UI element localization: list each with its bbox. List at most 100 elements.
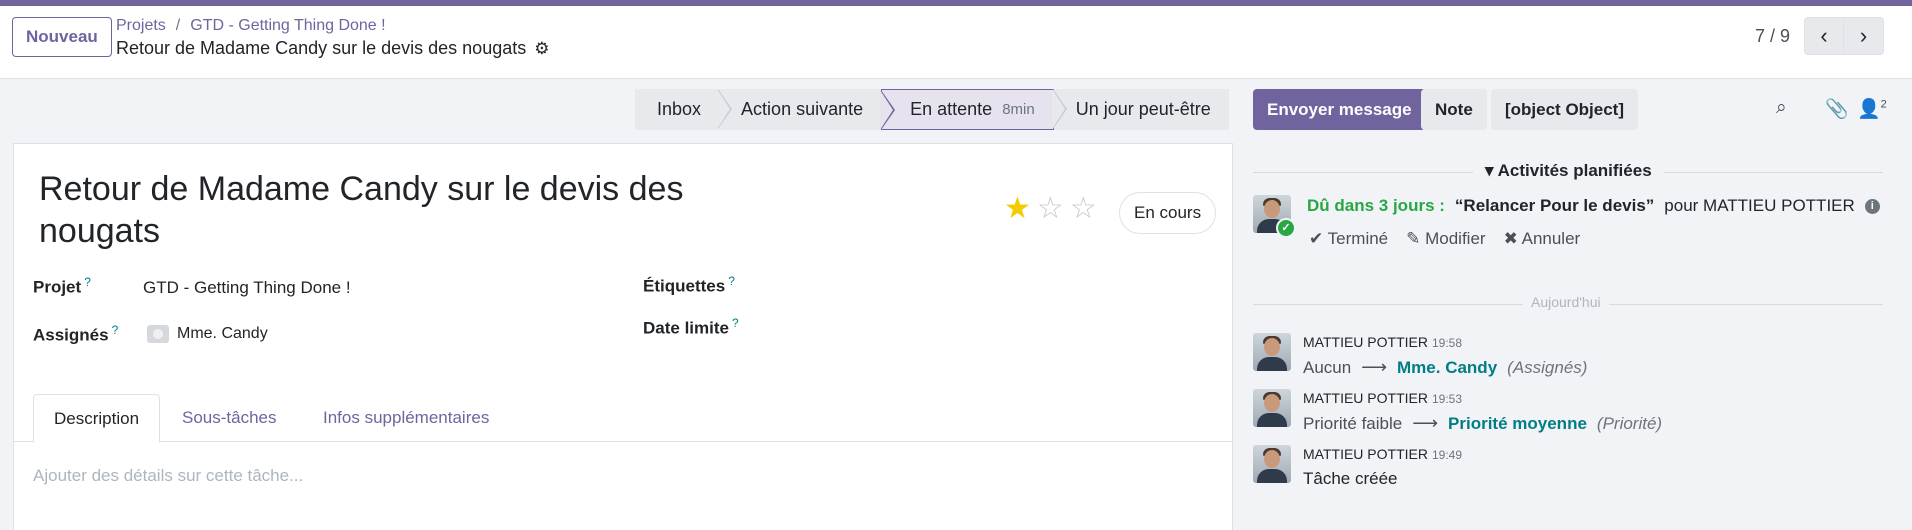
paperclip-icon[interactable]: 📎 xyxy=(1825,97,1849,121)
changed-field: (Assignés) xyxy=(1507,357,1588,377)
deadline-label-text: Date limite xyxy=(643,318,729,338)
activity-done-button[interactable]: ✔ Terminé xyxy=(1309,229,1388,249)
new-button[interactable]: Nouveau xyxy=(12,17,112,57)
pencil-icon: ✎ xyxy=(1406,229,1426,248)
pager-previous-button[interactable]: ‹ xyxy=(1804,17,1844,55)
activity-assignee: pour MATTIEU POTTIER xyxy=(1664,196,1855,215)
help-icon[interactable]: ? xyxy=(728,274,735,288)
author-name[interactable]: MATTIEU POTTIER xyxy=(1303,334,1428,350)
info-icon[interactable]: i xyxy=(1864,198,1880,214)
notebook-tabs: Description Sous-tâches Infos supplément… xyxy=(14,394,1232,443)
activity-edit-label: Modifier xyxy=(1425,229,1486,248)
message-time: 19:58 xyxy=(1431,336,1462,350)
check-icon: ✓ xyxy=(1276,218,1296,238)
stage-label: En attente xyxy=(910,99,993,119)
author-name[interactable]: MATTIEU POTTIER xyxy=(1303,390,1428,406)
message-body: Priorité faible ⟶ Priorité moyenne (Prio… xyxy=(1303,413,1662,434)
send-message-button[interactable]: Envoyer message xyxy=(1253,89,1426,130)
activity-actions: ✔ Terminé ✎ Modifier ✖ Annuler xyxy=(1309,229,1580,249)
planned-activities-text: Activités planifiées xyxy=(1497,161,1652,180)
pager: 7 / 9 ‹ › xyxy=(1755,17,1884,55)
schedule-activity-button[interactable]: [object Object] xyxy=(1491,89,1639,130)
stage-label: Action suivante xyxy=(741,99,864,119)
close-icon: ✖ xyxy=(1503,229,1522,248)
control-panel: Nouveau Projets / GTD - Getting Thing Done… xyxy=(0,6,1912,79)
message-body: Aucun ⟶ Mme. Candy (Assignés) xyxy=(1303,357,1587,378)
state-button[interactable]: En cours xyxy=(1119,192,1217,234)
stage-label: Un jour peut-être xyxy=(1075,99,1211,119)
activity-edit-button[interactable]: ✎ Modifier xyxy=(1406,229,1485,249)
record-title-text: Retour de Madame Candy sur le devis des … xyxy=(116,38,527,58)
breadcrumb-project[interactable]: GTD - Getting Thing Done ! xyxy=(190,17,385,34)
project-label: Projet? xyxy=(33,275,91,298)
star-filled-icon[interactable]: ★ xyxy=(1004,194,1031,224)
chatter: Envoyer message Note [object Object] ⌕ 📎… xyxy=(1233,79,1912,530)
activity-done-label: Terminé xyxy=(1327,229,1389,248)
avatar[interactable] xyxy=(1253,445,1291,483)
record-title: Retour de Madame Candy sur le devis des … xyxy=(116,38,549,59)
tags-label: Étiquettes? xyxy=(643,274,735,297)
message-author: MATTIEU POTTIER 19:53 xyxy=(1303,390,1462,406)
arrow-right-icon: ⟶ xyxy=(1412,413,1439,433)
pager-next-button[interactable]: › xyxy=(1844,17,1884,55)
stage-inbox[interactable]: Inbox xyxy=(635,89,720,130)
today-label: Aujourd'hui xyxy=(1523,294,1609,310)
chevron-right-icon: › xyxy=(1859,23,1868,48)
new-value: Priorité moyenne xyxy=(1448,413,1587,433)
avatar[interactable] xyxy=(1253,333,1291,371)
activity-cancel-button[interactable]: ✖ Annuler xyxy=(1504,229,1581,249)
project-label-text: Projet xyxy=(33,277,82,297)
followers-count: 2 xyxy=(1880,98,1887,111)
old-value: Aucun xyxy=(1303,357,1352,377)
log-note-button[interactable]: Note xyxy=(1421,89,1487,130)
message-body: Tâche créée xyxy=(1303,469,1398,488)
message-author: MATTIEU POTTIER 19:49 xyxy=(1303,446,1462,462)
description-input[interactable]: Ajouter des détails sur cette tâche... xyxy=(33,466,303,486)
message-time: 19:53 xyxy=(1431,392,1462,406)
assignees-field[interactable]: Mme. Candy xyxy=(147,325,268,343)
gear-icon[interactable]: ⚙ xyxy=(534,39,549,59)
stage-someday[interactable]: Un jour peut-être xyxy=(1051,89,1229,130)
help-icon[interactable]: ? xyxy=(732,316,739,330)
camera-avatar-icon xyxy=(147,325,169,343)
message-time: 19:49 xyxy=(1431,448,1462,462)
assignees-label-text: Assignés xyxy=(33,325,109,345)
breadcrumb-separator: / xyxy=(175,17,181,34)
chevron-left-icon: ‹ xyxy=(1820,23,1828,48)
followers-button[interactable]: 👤2 xyxy=(1857,97,1887,121)
priority-stars: ★ ☆ ☆ xyxy=(1004,194,1097,224)
caret-down-icon: ▾ xyxy=(1485,161,1498,180)
message-author: MATTIEU POTTIER 19:58 xyxy=(1303,334,1462,350)
stage-next-action[interactable]: Action suivante xyxy=(717,89,882,130)
changed-field: (Priorité) xyxy=(1596,413,1663,433)
deadline-label: Date limite? xyxy=(643,316,739,339)
activity-cancel-label: Annuler xyxy=(1521,229,1581,248)
assignee-name: Mme. Candy xyxy=(177,325,268,342)
search-icon[interactable]: ⌕ xyxy=(1776,97,1787,119)
stage-waiting[interactable]: En attente 8min xyxy=(880,89,1054,130)
arrow-right-icon: ⟶ xyxy=(1361,357,1388,377)
activity-line: Dû dans 3 jours : “Relancer Pour le devi… xyxy=(1307,196,1880,216)
form-sheet: Retour de Madame Candy sur le devis des … xyxy=(13,143,1233,530)
old-value: Priorité faible xyxy=(1303,413,1403,433)
new-value: Mme. Candy xyxy=(1397,357,1498,377)
task-title[interactable]: Retour de Madame Candy sur le devis des … xyxy=(39,168,759,252)
star-empty-icon[interactable]: ☆ xyxy=(1070,194,1097,224)
pager-value[interactable]: 7 / 9 xyxy=(1755,26,1790,47)
tab-subtasks[interactable]: Sous-tâches xyxy=(162,394,297,442)
planned-activities-title: ▾ Activités planifiées xyxy=(1473,161,1664,181)
tab-description[interactable]: Description xyxy=(33,394,161,443)
author-name[interactable]: MATTIEU POTTIER xyxy=(1303,446,1428,462)
today-separator: Aujourd'hui xyxy=(1253,294,1883,314)
tab-extra-info[interactable]: Infos supplémentaires xyxy=(303,394,509,442)
tags-label-text: Étiquettes xyxy=(643,276,726,296)
avatar[interactable] xyxy=(1253,389,1291,427)
planned-activities-header[interactable]: ▾ Activités planifiées xyxy=(1253,161,1883,183)
help-icon[interactable]: ? xyxy=(84,275,91,289)
activity-due: Dû dans 3 jours : xyxy=(1307,196,1445,215)
help-icon[interactable]: ? xyxy=(112,323,119,337)
star-empty-icon[interactable]: ☆ xyxy=(1037,194,1064,224)
stage-statusbar: Inbox Action suivante En attente 8min Un … xyxy=(635,89,1229,130)
project-field[interactable]: GTD - Getting Thing Done ! xyxy=(143,278,351,298)
breadcrumb-projects[interactable]: Projets xyxy=(116,17,166,34)
